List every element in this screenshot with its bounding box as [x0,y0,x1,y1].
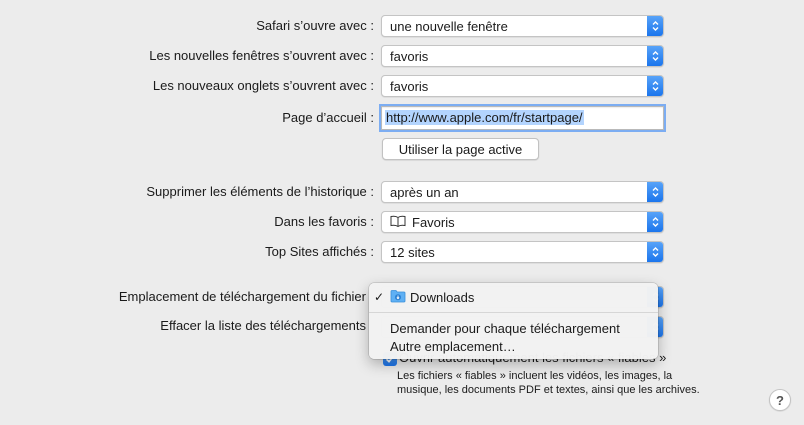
help-button[interactable]: ? [769,389,791,411]
favorites-shows-popup[interactable]: Favoris [381,211,664,233]
book-icon [390,215,406,230]
homepage-value: http://www.apple.com/fr/startpage/ [385,110,584,125]
new-windows-label: Les nouvelles fenêtres s’ouvrent avec : [149,48,374,63]
downloads-folder-icon [390,289,406,306]
popup-arrows-icon [647,182,663,202]
new-windows-value: favoris [390,48,429,64]
popup-arrows-icon [647,16,663,36]
menu-item-ask-label: Demander pour chaque téléchargement [390,320,620,336]
safari-opens-with-popup[interactable]: une nouvelle fenêtre [381,15,664,37]
remove-history-value: après un an [390,184,459,200]
homepage-label: Page d’accueil : [282,110,374,125]
menu-separator [369,312,658,313]
download-location-label: Emplacement de téléchargement du fichier [118,289,366,304]
remove-history-popup[interactable]: après un an [381,181,664,203]
favorites-shows-value: Favoris [412,214,455,230]
new-tabs-value: favoris [390,78,429,94]
new-tabs-label: Les nouveaux onglets s’ouvrent avec : [152,78,374,93]
popup-arrows-icon [647,242,663,262]
menu-item-ask-each-download[interactable]: Demander pour chaque téléchargement [369,319,658,337]
menu-item-downloads-label: Downloads [410,289,475,305]
menu-item-other-label: Autre emplacement… [390,338,516,354]
menu-item-other-location[interactable]: Autre emplacement… [369,337,658,355]
download-location-menu: ✓ Downloads Demander pour chaque télécha… [369,283,658,359]
top-sites-label: Top Sites affichés : [265,244,374,259]
checkmark-icon: ✓ [374,290,385,304]
top-sites-popup[interactable]: 12 sites [381,241,664,263]
use-current-page-button[interactable]: Utiliser la page active [382,138,539,160]
remove-download-list-label: Effacer la liste des téléchargements [160,318,366,333]
favorites-shows-label: Dans les favoris : [274,214,374,229]
top-sites-value: 12 sites [390,244,435,260]
safari-opens-with-label: Safari s’ouvre avec : [256,18,374,33]
popup-arrows-icon [647,46,663,66]
safe-files-help-text: Les fichiers « fiables » incluent les vi… [397,370,700,396]
new-windows-popup[interactable]: favoris [381,45,664,67]
popup-arrows-icon [647,212,663,232]
remove-history-label: Supprimer les éléments de l’historique : [146,184,374,199]
homepage-field[interactable]: http://www.apple.com/fr/startpage/ [381,106,664,130]
safari-opens-with-value: une nouvelle fenêtre [390,18,508,34]
menu-item-downloads[interactable]: ✓ Downloads [369,288,658,306]
new-tabs-popup[interactable]: favoris [381,75,664,97]
popup-arrows-icon [647,76,663,96]
